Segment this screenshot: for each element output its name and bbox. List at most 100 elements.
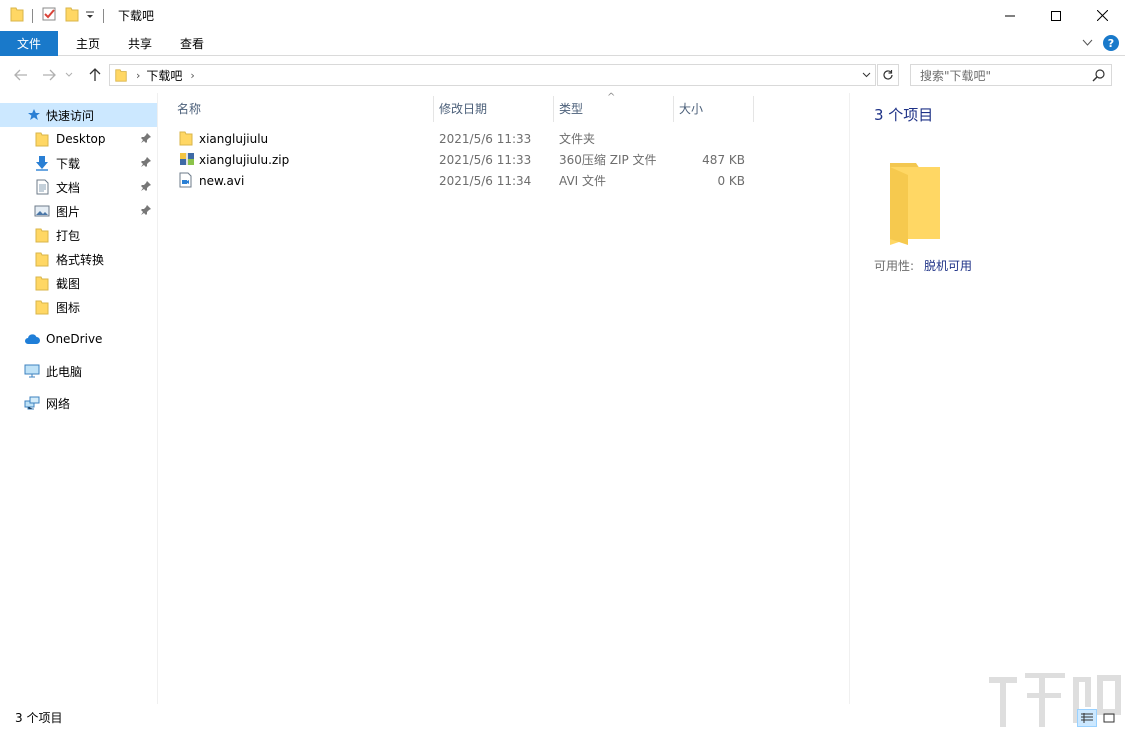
sidebar-item-label: 打包 [56,228,81,243]
sidebar-item-label: 截图 [56,276,81,291]
file-name: xianglujiulu.zip [199,152,290,167]
breadcrumb-item[interactable]: 下载吧 [146,67,182,84]
file-list: 名称 修改日期 类型 ^ 大小 xianglujiulu 2021/5/6 11… [159,92,849,704]
file-row[interactable]: xianglujiulu 2021/5/6 11:33 文件夹 [175,128,755,149]
divider [32,8,33,23]
title-bar: 下载吧 [0,0,1125,31]
sidebar-item-pictures[interactable]: 图片 [0,199,157,223]
sidebar-item-label: OneDrive [46,332,103,346]
sidebar-item-label: 此电脑 [46,364,83,379]
up-button[interactable] [84,64,106,86]
tab-home[interactable]: 主页 [64,31,112,56]
column-header-name[interactable]: 名称 [171,93,433,123]
large-icons-view-button[interactable] [1099,709,1119,727]
sidebar-item-downloads[interactable]: 下载 [0,151,157,175]
pin-icon[interactable] [139,203,153,217]
folder-icon [10,6,24,25]
address-history-button[interactable] [857,65,875,85]
help-icon[interactable]: ? [1103,35,1119,51]
tab-file[interactable]: 文件 [0,30,58,56]
sidebar-item-label: 网络 [46,396,71,411]
large-icons-view-icon [1103,713,1115,723]
customize-dropdown-icon[interactable] [85,9,95,23]
column-header-label: 类型 [559,101,584,116]
video-file-icon [179,172,195,188]
forward-button[interactable] [38,64,60,86]
quick-access-toolbar [0,0,112,31]
sidebar-item-label: 图标 [56,300,81,315]
breadcrumb-separator-icon[interactable]: › [190,69,194,82]
file-name: new.avi [199,173,245,188]
new-folder-icon[interactable] [65,6,79,25]
sidebar-item-label: Desktop [56,132,106,146]
sidebar-item-documents[interactable]: 文档 [0,175,157,199]
folder-icon [34,275,50,291]
large-folder-icon [880,155,950,248]
column-divider[interactable] [753,96,754,122]
properties-check-icon[interactable] [41,6,57,25]
sidebar-item-desktop[interactable]: Desktop [0,127,157,151]
folder-icon [34,251,50,267]
folder-icon [34,131,50,147]
sidebar-item-this-pc[interactable]: 此电脑 [0,359,157,383]
tab-share[interactable]: 共享 [116,31,164,56]
sidebar-item-label: 格式转换 [56,252,105,267]
refresh-button[interactable] [877,64,899,86]
sidebar-item-label: 下载 [56,156,81,171]
computer-icon [24,363,40,379]
file-size: 487 KB [702,152,745,167]
search-input[interactable]: 搜索"下载吧" [910,64,1112,86]
back-button[interactable] [10,64,32,86]
pin-icon[interactable] [139,155,153,169]
address-bar[interactable]: › 下载吧 › [109,64,876,86]
folder-icon [34,227,50,243]
maximize-button[interactable] [1033,0,1079,31]
sidebar-item-quick-access[interactable]: 快速访问 [0,103,157,127]
breadcrumb-separator-icon[interactable]: › [136,69,140,82]
expand-ribbon-icon[interactable] [1082,36,1093,50]
navigation-pane: 快速访问 Desktop 下载 文档 图片 打包 格式转换 截图 图标 OneD… [0,93,158,704]
file-type: AVI 文件 [559,174,607,188]
status-bar: 3 个项目 [0,673,1125,731]
tab-view[interactable]: 查看 [168,31,216,56]
chevron-down-icon [65,72,73,77]
close-button[interactable] [1079,0,1125,31]
ribbon-tabs: 文件 主页 共享 查看 ? [0,30,1125,56]
file-row[interactable]: new.avi 2021/5/6 11:34 AVI 文件 0 KB [175,170,755,191]
sidebar-item-dabao[interactable]: 打包 [0,223,157,247]
recent-locations-button[interactable] [62,64,76,86]
file-size: 0 KB [717,173,745,188]
file-type: 360压缩 ZIP 文件 [559,153,657,167]
folder-icon [34,299,50,315]
availability-value: 脱机可用 [924,259,973,273]
pin-icon[interactable] [139,131,153,145]
window-title: 下载吧 [118,9,155,23]
pin-icon[interactable] [139,179,153,193]
file-row[interactable]: xianglujiulu.zip 2021/5/6 11:33 360压缩 ZI… [175,149,755,170]
column-header-date[interactable]: 修改日期 [433,93,553,123]
sidebar-item-network[interactable]: 网络 [0,391,157,415]
sidebar-item-screenshots[interactable]: 截图 [0,271,157,295]
sidebar-item-icons[interactable]: 图标 [0,295,157,319]
sidebar-item-onedrive[interactable]: OneDrive [0,327,157,351]
close-icon [1096,10,1108,21]
details-pane: 3 个项目 可用性: 脱机可用 [849,93,1125,704]
column-header-size[interactable]: 大小 [673,93,753,123]
document-icon [34,179,50,195]
details-view-button[interactable] [1077,709,1097,727]
forward-arrow-icon [43,69,56,81]
details-view-icon [1081,713,1093,723]
ribbon-right-controls: ? [1082,35,1119,51]
file-type: 文件夹 [559,132,596,146]
window-controls [987,0,1125,31]
star-icon [26,107,42,123]
minimize-button[interactable] [987,0,1033,31]
column-header-label: 修改日期 [439,101,488,116]
navigation-bar: › 下载吧 › 搜索"下载吧" [0,57,1125,93]
search-icon[interactable] [1092,68,1106,85]
search-placeholder: 搜索"下载吧" [920,68,992,83]
chevron-down-icon [862,72,870,78]
sidebar-item-format-convert[interactable]: 格式转换 [0,247,157,271]
file-date: 2021/5/6 11:33 [439,152,532,167]
divider [103,8,104,23]
